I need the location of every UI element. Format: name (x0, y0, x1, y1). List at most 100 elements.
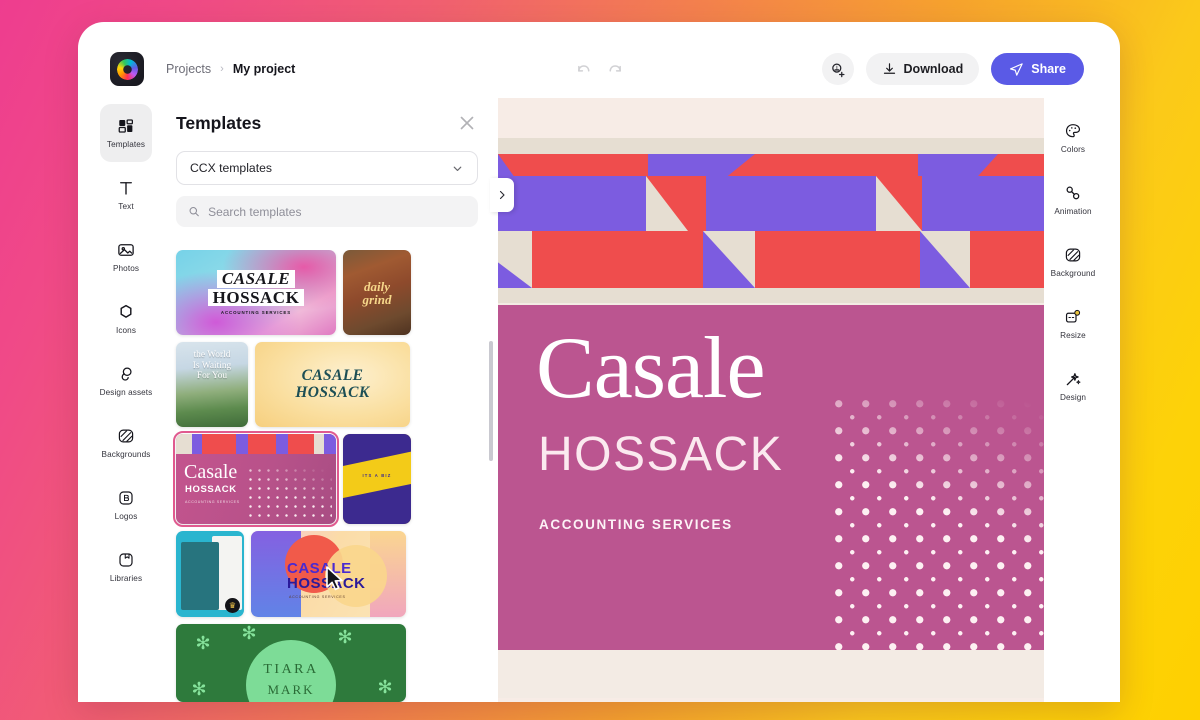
thumb-line-1: daily (364, 278, 390, 294)
sidebar-item-design-assets[interactable]: Design assets (100, 352, 152, 410)
send-plane-icon (1010, 62, 1023, 76)
thumb-line-3: For You (196, 371, 228, 382)
sidebar-item-photos[interactable]: Photos (100, 228, 152, 286)
thumb-line-2: MARK (267, 682, 315, 697)
share-label: Share (1031, 62, 1066, 76)
colors-palette-icon (1065, 124, 1081, 138)
sidebar-item-animation[interactable]: Animation (1046, 172, 1100, 228)
background-icon (1065, 248, 1081, 262)
adobe-express-logo[interactable] (110, 52, 144, 86)
photos-image-icon (118, 244, 134, 256)
thumb-shape-bottom (343, 484, 411, 524)
sidebar-item-label: Resize (1060, 331, 1086, 340)
thumb-line-2: grind (362, 291, 392, 307)
thumb-line-3: ACCOUNTING SERVICES (185, 500, 240, 504)
breadcrumb-projects[interactable]: Projects (166, 62, 211, 76)
sidebar-item-resize[interactable]: Resize (1046, 296, 1100, 352)
template-thumb-world-waiting[interactable]: the World Is Waiting For You (176, 342, 248, 427)
thumb-line-1: the World (193, 350, 231, 360)
template-thumb-yellow-geometric[interactable]: ITS A BIZ (343, 434, 411, 524)
template-thumb-daily-grind[interactable]: daily grind (343, 250, 411, 335)
sparkle-icon: ✻ (241, 624, 257, 643)
design-assets-icon (121, 367, 132, 381)
top-toolbar: Projects › My project Download Share (96, 40, 1102, 98)
breadcrumb-current-project[interactable]: My project (233, 62, 296, 76)
invite-collaborator-icon (832, 62, 845, 77)
adobe-express-logo-glyph (113, 55, 141, 83)
sidebar-item-label: Design assets (99, 388, 153, 397)
template-thumb-casale-cream[interactable]: CASALE HOSSACK (255, 342, 410, 427)
sidebar-item-icons[interactable]: Icons (100, 290, 152, 348)
sidebar-item-background[interactable]: Background (1046, 234, 1100, 290)
sidebar-item-libraries[interactable]: Libraries (100, 538, 152, 596)
poster-title[interactable]: Casale (536, 325, 766, 413)
sidebar-item-label: Templates (106, 140, 146, 149)
icons-shape-icon (120, 304, 132, 318)
templates-icon (118, 119, 134, 133)
text-t-icon (120, 182, 132, 195)
logos-badge-icon (119, 491, 133, 505)
download-button[interactable]: Download (865, 53, 980, 85)
history-controls (564, 61, 634, 78)
template-source-value: CCX templates (190, 161, 272, 175)
sidebar-item-logos[interactable]: Logos (100, 476, 152, 534)
thumb-card (181, 542, 219, 610)
close-x-icon[interactable] (456, 112, 478, 134)
templates-panel: Templates CCX templates CASALE HOSSACK (156, 98, 498, 702)
poster-artboard[interactable]: Casale HOSSACK ACCOUNTING SERVICES (498, 305, 1044, 650)
sparkle-icon: ✻ (195, 633, 211, 653)
thumb-dot-pattern (246, 466, 332, 520)
crown-badge-icon: ♛ (225, 598, 240, 613)
canvas-workspace[interactable]: Casale HOSSACK ACCOUNTING SERVICES (498, 98, 1044, 702)
download-label: Download (903, 62, 964, 76)
undo-arrow-icon[interactable] (576, 61, 593, 78)
sidebar-item-label: Colors (1060, 145, 1086, 154)
template-thumbnail-grid[interactable]: CASALE HOSSACK ACCOUNTING SERVICES daily… (156, 250, 498, 702)
sidebar-item-backgrounds[interactable]: Backgrounds (100, 414, 152, 472)
sidebar-item-text[interactable]: Text (100, 166, 152, 224)
resize-icon (1065, 309, 1081, 323)
sidebar-item-templates[interactable]: Templates (100, 104, 152, 162)
thumb-line-2: HOSSACK (295, 383, 370, 401)
template-thumb-casale-pink-selected[interactable]: Casale HOSSACK ACCOUNTING SERVICES (173, 431, 339, 527)
chevron-right-icon (499, 190, 505, 200)
collapse-panel-button[interactable] (490, 178, 514, 212)
sidebar-item-colors[interactable]: Colors (1046, 110, 1100, 166)
redo-arrow-icon[interactable] (606, 61, 623, 78)
invite-collaborator-button[interactable] (821, 53, 854, 85)
design-wand-icon (1066, 373, 1081, 386)
share-button[interactable]: Share (991, 53, 1084, 85)
poster-tagline[interactable]: ACCOUNTING SERVICES (539, 517, 733, 532)
sidebar-item-label: Background (1050, 269, 1096, 278)
poster-subtitle[interactable]: HOSSACK (538, 431, 783, 479)
sidebar-item-label: Libraries (109, 574, 143, 583)
geometric-pattern-band[interactable] (498, 138, 1044, 303)
thumbnail-row: the World Is Waiting For You CASALE HOSS… (176, 342, 478, 427)
thumb-line-1: TIARA (263, 662, 319, 677)
template-thumb-casale-bubbles[interactable]: CASALE HOSSACK ACCOUNTING SERVICES (251, 531, 406, 617)
template-thumb-casale-gradient[interactable]: CASALE HOSSACK ACCOUNTING SERVICES (176, 250, 336, 335)
template-thumb-teal-invoice[interactable]: ♛ (176, 531, 244, 617)
thumb-line-1: CASALE (301, 366, 364, 384)
thumb-line-1: CASALE (216, 269, 296, 288)
thumb-line-3: ACCOUNTING SERVICES (289, 595, 346, 599)
thumb-title-block: CASALE HOSSACK (287, 561, 366, 592)
sidebar-item-design[interactable]: Design (1046, 358, 1100, 414)
template-source-select[interactable]: CCX templates (176, 151, 478, 185)
search-input[interactable] (208, 204, 466, 219)
search-templates-box[interactable] (176, 196, 478, 227)
thumb-line-2: HOSSACK (185, 484, 237, 495)
libraries-icon (119, 553, 133, 567)
sparkle-icon: ✻ (377, 677, 393, 697)
thumb-line-2: HOSSACK (287, 575, 366, 593)
sidebar-item-label: Design (1059, 393, 1087, 402)
design-document[interactable]: Casale HOSSACK ACCOUNTING SERVICES (498, 138, 1044, 698)
template-thumb-tiara-green[interactable]: ✻ ✻ ✻ ✻ ✻ TIARA MARK (176, 624, 406, 702)
thumb-shape-top (343, 434, 411, 466)
panel-scrollbar[interactable] (489, 341, 493, 461)
sparkle-icon: ✻ (337, 627, 353, 647)
thumb-pattern-strip (176, 434, 336, 454)
thumb-line-1: ITS A BIZ (362, 473, 392, 478)
top-actions: Download Share (821, 53, 1084, 85)
poster-dot-pattern (832, 397, 1044, 650)
